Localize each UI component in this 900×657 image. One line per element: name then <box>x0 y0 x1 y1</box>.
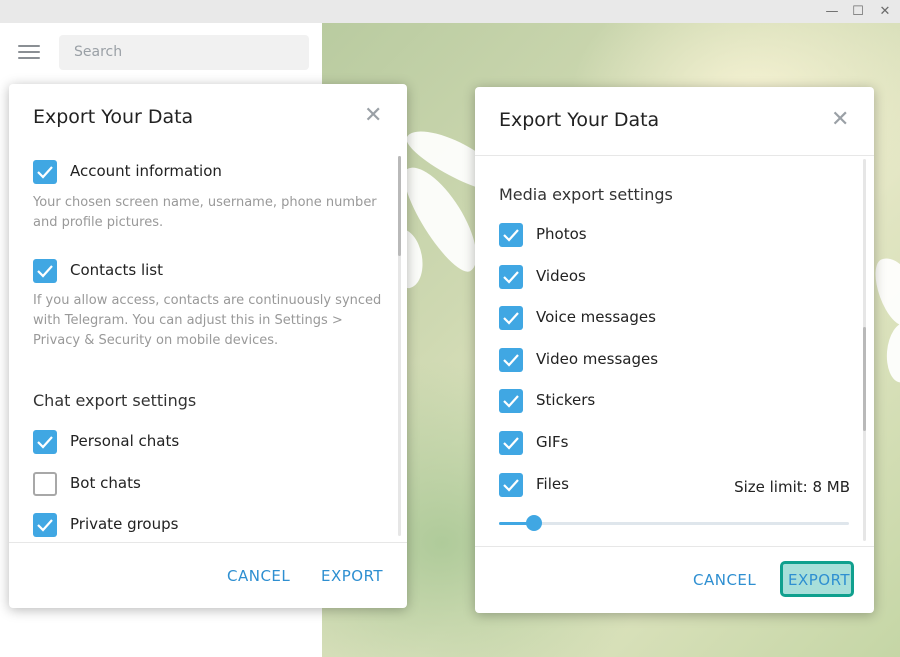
export-button[interactable]: EXPORT <box>780 561 854 597</box>
close-window-icon[interactable]: ✕ <box>875 3 895 21</box>
chat-export-section-title: Chat export settings <box>33 391 197 410</box>
contacts-description: If you allow access, contacts are contin… <box>33 293 382 348</box>
checkbox-label: Photos <box>536 225 587 243</box>
close-icon[interactable]: ✕ <box>831 109 849 131</box>
export-dialog-right: Export Your Data ✕ Media export settings… <box>475 87 874 613</box>
maximize-icon[interactable]: ☐ <box>848 3 868 21</box>
checkbox-checked[interactable] <box>499 431 523 455</box>
window-titlebar: — ☐ ✕ <box>0 0 900 23</box>
checkbox-checked[interactable] <box>499 265 523 289</box>
account-info-description: Your chosen screen name, username, phone… <box>33 195 377 230</box>
checkbox-checked[interactable] <box>499 223 523 247</box>
close-icon[interactable]: ✕ <box>364 105 382 127</box>
checkbox-label: Account information <box>70 162 222 180</box>
search-placeholder: Search <box>74 44 123 60</box>
checkbox-checked[interactable] <box>499 389 523 413</box>
checkbox-checked[interactable] <box>33 430 57 454</box>
checkbox-checked[interactable] <box>499 306 523 330</box>
checkbox-label: GIFs <box>536 433 569 451</box>
header-divider <box>475 155 874 156</box>
checkbox-checked[interactable] <box>33 259 57 283</box>
checkbox-label: Stickers <box>536 391 596 409</box>
checkbox-unchecked[interactable] <box>33 472 57 496</box>
checkbox-label: Personal chats <box>70 432 180 450</box>
scrollbar-thumb[interactable] <box>863 327 866 431</box>
export-dialog-left: Export Your Data ✕ Account information Y… <box>9 84 407 608</box>
checkbox-checked[interactable] <box>33 160 57 184</box>
size-limit-label: Size limit: 8 MB <box>734 478 850 496</box>
search-input[interactable]: Search <box>59 35 309 70</box>
checkbox-label: Contacts list <box>70 261 163 279</box>
scrollbar-thumb[interactable] <box>398 156 401 256</box>
footer-divider <box>9 542 407 543</box>
checkbox-label: Voice messages <box>536 308 656 326</box>
export-button-label: EXPORT <box>788 571 851 589</box>
checkbox-label: Videos <box>536 267 586 285</box>
media-export-section-title: Media export settings <box>499 185 673 204</box>
cancel-button[interactable]: CANCEL <box>227 567 290 585</box>
checkbox-label: Video messages <box>536 350 659 368</box>
dialog-title: Export Your Data <box>499 109 660 131</box>
slider-handle[interactable] <box>526 515 542 531</box>
checkbox-checked[interactable] <box>33 513 57 537</box>
checkbox-label: Private groups <box>70 515 179 533</box>
minimize-icon[interactable]: — <box>822 3 842 21</box>
checkbox-label: Files <box>536 475 569 493</box>
cancel-button[interactable]: CANCEL <box>693 571 756 589</box>
size-limit-slider[interactable] <box>499 515 849 531</box>
dialog-title: Export Your Data <box>33 106 194 128</box>
export-button[interactable]: EXPORT <box>321 567 383 585</box>
footer-divider <box>475 546 874 547</box>
checkbox-checked[interactable] <box>499 348 523 372</box>
menu-icon[interactable] <box>18 45 40 61</box>
checkbox-checked[interactable] <box>499 473 523 497</box>
checkbox-label: Bot chats <box>70 474 141 492</box>
